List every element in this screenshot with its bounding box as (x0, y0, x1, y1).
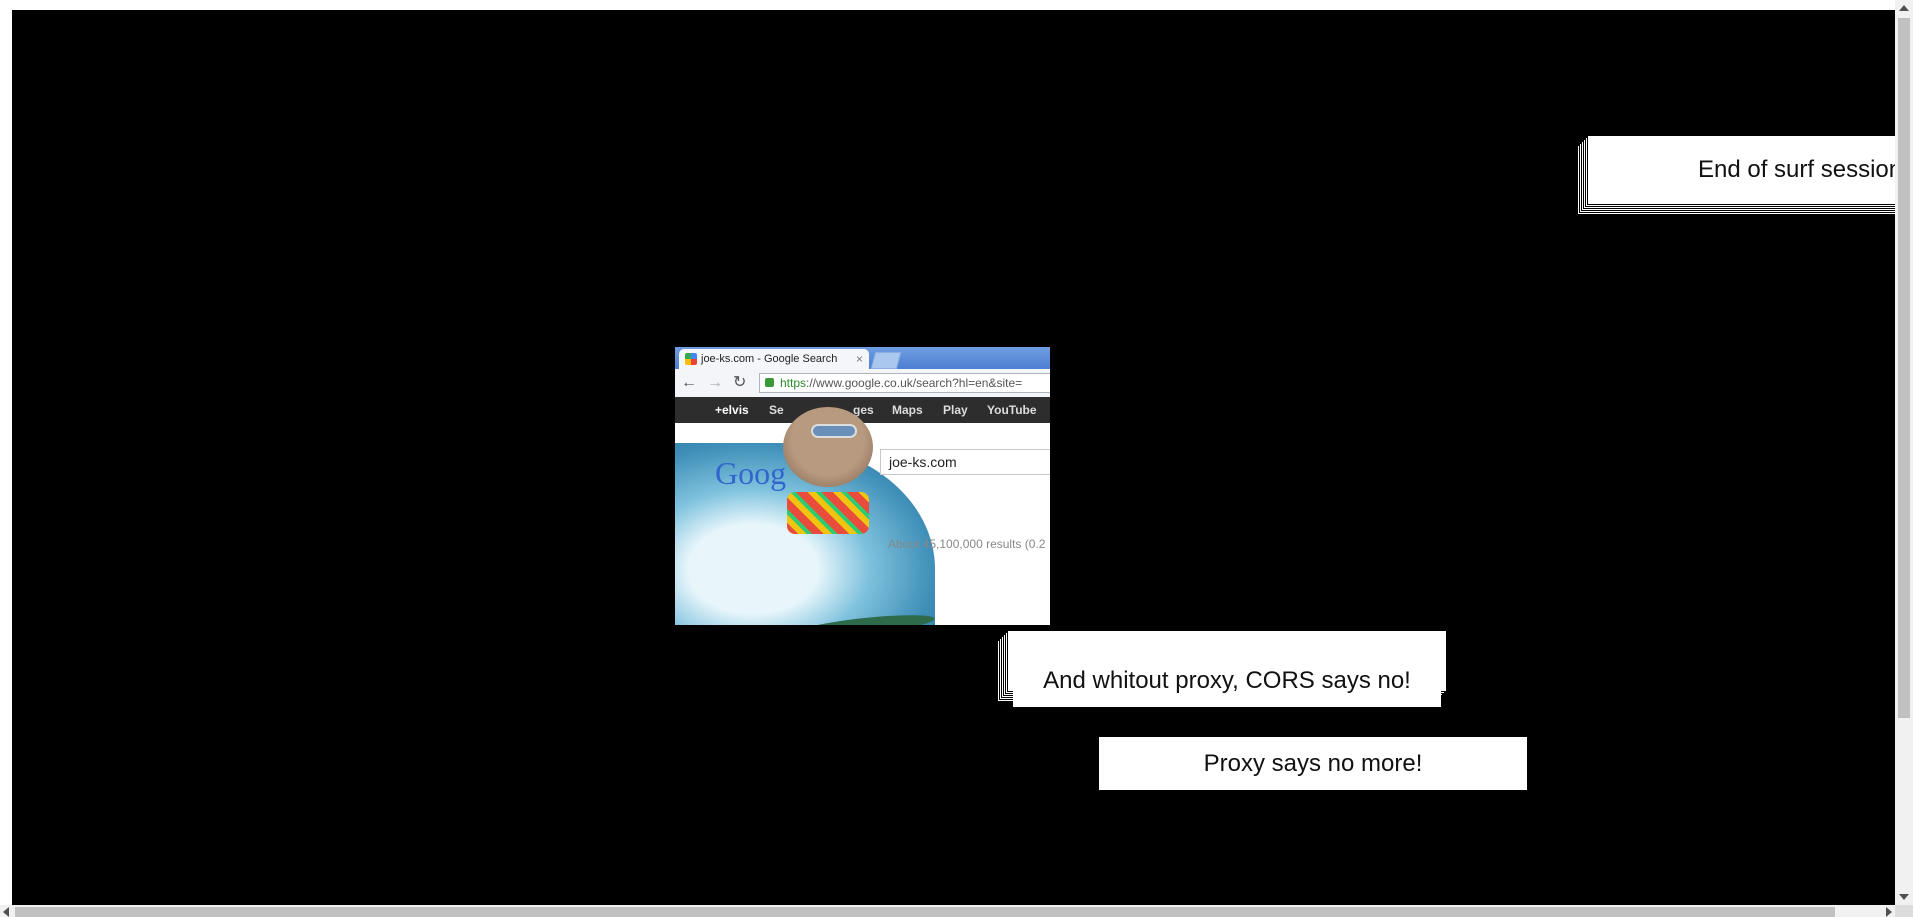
nav-item: Play (943, 403, 968, 417)
browser-toolbar: ← → ↻ https://www.google.co.uk/search?hl… (675, 369, 1050, 398)
lock-icon (765, 378, 774, 387)
address-bar: https://www.google.co.uk/search?hl=en&si… (759, 373, 1050, 393)
url-rest: ://www.google.co.uk/search?hl=en&site= (806, 376, 1023, 390)
end-session-card: End of surf session (1590, 145, 1895, 195)
forward-arrow-icon: → (707, 374, 723, 391)
nav-item: Maps (892, 403, 923, 417)
browser-tab-bar: joe-ks.com - Google Search × (675, 347, 1050, 369)
end-session-card-stack: End of surf session (1577, 135, 1895, 225)
nav-item: YouTube (987, 403, 1037, 417)
results-count: About 45,100,000 results (0.2 (888, 537, 1046, 551)
vertical-scrollbar[interactable] (1895, 0, 1913, 905)
browser-tab: joe-ks.com - Google Search × (679, 349, 869, 369)
new-tab-icon (870, 352, 902, 369)
end-session-text: End of surf session (1698, 156, 1895, 183)
proxy-text: Proxy says no more! (1203, 749, 1423, 777)
cors-text: And whitout proxy, CORS says no! (1043, 667, 1411, 694)
horizontal-scrollbar[interactable] (0, 905, 1895, 917)
hedgehog-surfer-graphic (783, 407, 873, 487)
proxy-card: Proxy says no more! (1099, 737, 1527, 790)
vertical-scroll-thumb[interactable] (1898, 18, 1910, 718)
scroll-left-arrow-icon[interactable] (3, 907, 9, 917)
tab-title: joe-ks.com - Google Search (701, 353, 838, 365)
scroll-right-arrow-icon[interactable] (1886, 907, 1892, 917)
nav-item: +elvis (715, 403, 749, 417)
horizontal-scroll-thumb[interactable] (15, 907, 1835, 917)
nav-item: Se (769, 403, 784, 417)
cors-card-stack: And whitout proxy, CORS says no! (997, 630, 1447, 720)
scroll-down-arrow-icon[interactable] (1899, 894, 1909, 900)
presentation-stage: End of surf session joe-ks.com - Google … (12, 10, 1895, 905)
back-arrow-icon: ← (681, 374, 697, 391)
search-field: joe-ks.com (880, 449, 1050, 475)
close-icon: × (855, 352, 863, 366)
google-favicon-icon (685, 353, 697, 365)
cors-card: And whitout proxy, CORS says no! (1013, 655, 1441, 707)
shorts-graphic (787, 492, 869, 534)
google-logo: Goog (715, 455, 787, 491)
url-scheme: https (780, 376, 807, 390)
reload-icon: ↻ (733, 374, 747, 391)
scroll-up-arrow-icon[interactable] (1899, 5, 1909, 11)
sunglasses-graphic (811, 424, 857, 438)
browser-screenshot-image: joe-ks.com - Google Search × ← → ↻ https… (675, 347, 1050, 625)
google-nav-bar: +elvis Se ges Maps Play YouTube (675, 397, 1050, 423)
scrollbar-corner (1895, 905, 1913, 917)
